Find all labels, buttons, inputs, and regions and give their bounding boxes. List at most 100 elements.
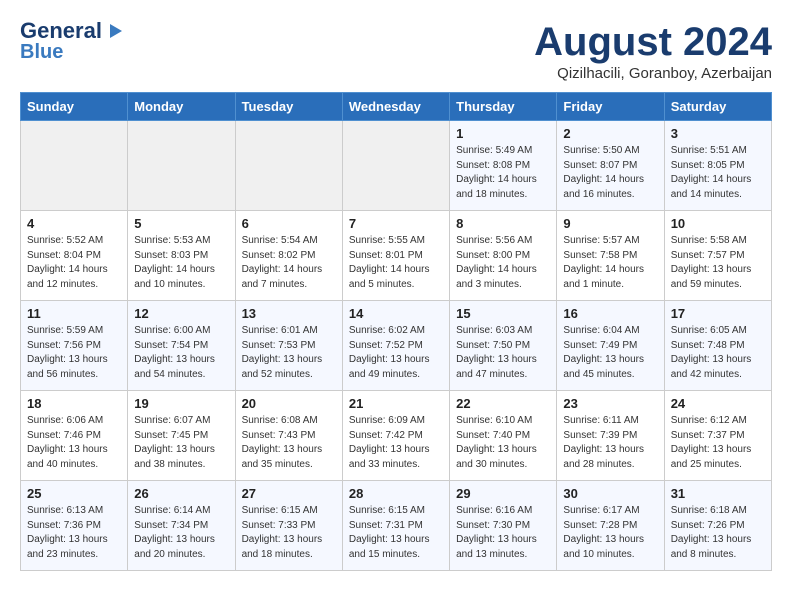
day-content: Sunrise: 6:17 AM Sunset: 7:28 PM Dayligh… [563, 504, 657, 562]
weekday-header: Saturday [664, 93, 771, 121]
calendar-cell: 22Sunrise: 6:10 AM Sunset: 7:40 PM Dayli… [450, 391, 557, 481]
calendar-cell: 26 Sunrise: 6:14 AM Sunset: 7:34 PM Dayli… [128, 481, 235, 571]
calendar-cell: 24 Sunrise: 6:12 AM Sunset: 7:37 PM Dayli… [664, 391, 771, 481]
calendar-cell: 30Sunrise: 6:17 AM Sunset: 7:28 PM Dayli… [557, 481, 664, 571]
day-number: 2 [563, 126, 657, 141]
weekday-header: Tuesday [235, 93, 342, 121]
day-content: Sunrise: 5:49 AM Sunset: 8:08 PM Dayligh… [456, 144, 550, 202]
day-content: Sunrise: 6:12 AM Sunset: 7:37 PM Dayligh… [671, 414, 765, 472]
calendar-cell: 3 Sunrise: 5:51 AM Sunset: 8:05 PM Daylig… [664, 121, 771, 211]
calendar-cell: 12 Sunrise: 6:00 AM Sunset: 7:54 PM Dayli… [128, 301, 235, 391]
day-content: Sunrise: 6:08 AM Sunset: 7:43 PM Dayligh… [242, 414, 336, 472]
calendar-cell [21, 121, 128, 211]
calendar-cell: 16Sunrise: 6:04 AM Sunset: 7:49 PM Dayli… [557, 301, 664, 391]
calendar-cell: 28 Sunrise: 6:15 AM Sunset: 7:31 PM Dayli… [342, 481, 449, 571]
calendar-cell [342, 121, 449, 211]
day-content: Sunrise: 5:56 AM Sunset: 8:00 PM Dayligh… [456, 234, 550, 292]
day-number: 10 [671, 216, 765, 231]
day-number: 18 [27, 396, 121, 411]
day-number: 23 [563, 396, 657, 411]
calendar-cell: 10Sunrise: 5:58 AM Sunset: 7:57 PM Dayli… [664, 211, 771, 301]
calendar-cell [128, 121, 235, 211]
calendar-cell: 13 Sunrise: 6:01 AM Sunset: 7:53 PM Dayli… [235, 301, 342, 391]
title-block: August 2024 Qizilhacili, Goranboy, Azerb… [534, 20, 772, 82]
day-content: Sunrise: 6:02 AM Sunset: 7:52 PM Dayligh… [349, 324, 443, 382]
calendar-cell: 7 Sunrise: 5:55 AM Sunset: 8:01 PM Daylig… [342, 211, 449, 301]
day-number: 17 [671, 306, 765, 321]
calendar-cell: 25 Sunrise: 6:13 AM Sunset: 7:36 PM Dayli… [21, 481, 128, 571]
day-content: Sunrise: 6:05 AM Sunset: 7:48 PM Dayligh… [671, 324, 765, 382]
day-number: 9 [563, 216, 657, 231]
calendar-cell: 5Sunrise: 5:53 AM Sunset: 8:03 PM Daylig… [128, 211, 235, 301]
day-number: 26 [134, 486, 228, 501]
calendar-week-row: 1 Sunrise: 5:49 AM Sunset: 8:08 PM Daylig… [21, 121, 772, 211]
day-content: Sunrise: 5:55 AM Sunset: 8:01 PM Dayligh… [349, 234, 443, 292]
calendar-cell: 29 Sunrise: 6:16 AM Sunset: 7:30 PM Dayli… [450, 481, 557, 571]
day-content: Sunrise: 6:06 AM Sunset: 7:46 PM Dayligh… [27, 414, 121, 472]
calendar-week-row: 11Sunrise: 5:59 AM Sunset: 7:56 PM Dayli… [21, 301, 772, 391]
calendar-cell: 21 Sunrise: 6:09 AM Sunset: 7:42 PM Dayli… [342, 391, 449, 481]
day-number: 3 [671, 126, 765, 141]
day-number: 29 [456, 486, 550, 501]
day-number: 25 [27, 486, 121, 501]
month-title: August 2024 [534, 20, 772, 65]
day-content: Sunrise: 6:09 AM Sunset: 7:42 PM Dayligh… [349, 414, 443, 472]
day-number: 15 [456, 306, 550, 321]
weekday-header: Wednesday [342, 93, 449, 121]
day-number: 24 [671, 396, 765, 411]
day-content: Sunrise: 5:51 AM Sunset: 8:05 PM Dayligh… [671, 144, 765, 202]
day-number: 31 [671, 486, 765, 501]
day-content: Sunrise: 6:04 AM Sunset: 7:49 PM Dayligh… [563, 324, 657, 382]
day-number: 11 [27, 306, 121, 321]
day-content: Sunrise: 6:00 AM Sunset: 7:54 PM Dayligh… [134, 324, 228, 382]
day-number: 4 [27, 216, 121, 231]
calendar-cell: 17 Sunrise: 6:05 AM Sunset: 7:48 PM Dayli… [664, 301, 771, 391]
weekday-header: Sunday [21, 93, 128, 121]
day-number: 6 [242, 216, 336, 231]
logo-general: General [20, 20, 102, 42]
day-number: 14 [349, 306, 443, 321]
day-number: 20 [242, 396, 336, 411]
day-content: Sunrise: 6:14 AM Sunset: 7:34 PM Dayligh… [134, 504, 228, 562]
calendar-cell: 19 Sunrise: 6:07 AM Sunset: 7:45 PM Dayli… [128, 391, 235, 481]
day-content: Sunrise: 5:54 AM Sunset: 8:02 PM Dayligh… [242, 234, 336, 292]
day-number: 13 [242, 306, 336, 321]
day-number: 1 [456, 126, 550, 141]
day-content: Sunrise: 6:03 AM Sunset: 7:50 PM Dayligh… [456, 324, 550, 382]
logo-blue: Blue [20, 42, 63, 62]
day-number: 28 [349, 486, 443, 501]
day-content: Sunrise: 5:53 AM Sunset: 8:03 PM Dayligh… [134, 234, 228, 292]
day-number: 8 [456, 216, 550, 231]
calendar-cell: 23 Sunrise: 6:11 AM Sunset: 7:39 PM Dayli… [557, 391, 664, 481]
day-number: 19 [134, 396, 228, 411]
calendar-table: SundayMondayTuesdayWednesdayThursdayFrid… [20, 92, 772, 571]
calendar-cell: 14 Sunrise: 6:02 AM Sunset: 7:52 PM Dayli… [342, 301, 449, 391]
day-content: Sunrise: 6:15 AM Sunset: 7:31 PM Dayligh… [349, 504, 443, 562]
calendar-cell: 1 Sunrise: 5:49 AM Sunset: 8:08 PM Daylig… [450, 121, 557, 211]
calendar-cell: 9Sunrise: 5:57 AM Sunset: 7:58 PM Daylig… [557, 211, 664, 301]
day-content: Sunrise: 6:16 AM Sunset: 7:30 PM Dayligh… [456, 504, 550, 562]
calendar-cell: 15 Sunrise: 6:03 AM Sunset: 7:50 PM Dayli… [450, 301, 557, 391]
day-number: 21 [349, 396, 443, 411]
day-content: Sunrise: 6:13 AM Sunset: 7:36 PM Dayligh… [27, 504, 121, 562]
day-content: Sunrise: 6:11 AM Sunset: 7:39 PM Dayligh… [563, 414, 657, 472]
day-content: Sunrise: 6:01 AM Sunset: 7:53 PM Dayligh… [242, 324, 336, 382]
day-number: 27 [242, 486, 336, 501]
page-header: General Blue August 2024 Qizilhacili, Go… [20, 20, 772, 82]
day-content: Sunrise: 5:52 AM Sunset: 8:04 PM Dayligh… [27, 234, 121, 292]
calendar-week-row: 4 Sunrise: 5:52 AM Sunset: 8:04 PM Daylig… [21, 211, 772, 301]
day-content: Sunrise: 5:50 AM Sunset: 8:07 PM Dayligh… [563, 144, 657, 202]
weekday-header: Monday [128, 93, 235, 121]
day-content: Sunrise: 6:10 AM Sunset: 7:40 PM Dayligh… [456, 414, 550, 472]
calendar-cell: 27Sunrise: 6:15 AM Sunset: 7:33 PM Dayli… [235, 481, 342, 571]
weekday-header: Thursday [450, 93, 557, 121]
day-number: 7 [349, 216, 443, 231]
day-content: Sunrise: 6:18 AM Sunset: 7:26 PM Dayligh… [671, 504, 765, 562]
day-number: 12 [134, 306, 228, 321]
calendar-cell: 2 Sunrise: 5:50 AM Sunset: 8:07 PM Daylig… [557, 121, 664, 211]
day-content: Sunrise: 6:07 AM Sunset: 7:45 PM Dayligh… [134, 414, 228, 472]
logo: General Blue [20, 20, 124, 62]
location: Qizilhacili, Goranboy, Azerbaijan [534, 65, 772, 82]
calendar-cell [235, 121, 342, 211]
weekday-header: Friday [557, 93, 664, 121]
